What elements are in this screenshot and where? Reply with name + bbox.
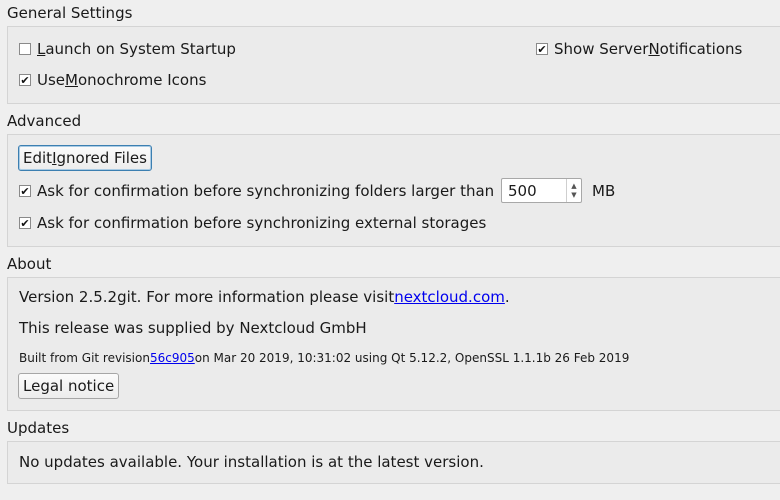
confirm-large-folders-checkbox[interactable]: ✔ Ask for confirmation before synchroniz…: [19, 182, 494, 200]
server-notif-label-post: otifications: [659, 40, 743, 58]
version-pre: Version 2.5.2git. For more information p…: [19, 288, 395, 306]
general-settings-title: General Settings: [7, 4, 133, 22]
edit-ignored-files-button[interactable]: Edit Ignored Files: [18, 145, 152, 171]
version-text: Version 2.5.2git. For more information p…: [19, 288, 510, 306]
update-status-text: No updates available. Your installation …: [19, 453, 484, 471]
edit-ignored-label-pre: Edit: [23, 149, 53, 167]
server-notif-mnemonic: N: [648, 40, 660, 58]
updates-title: Updates: [7, 419, 70, 437]
checkmark-icon: ✔: [20, 184, 30, 198]
general-settings-group: [7, 26, 780, 104]
version-post: .: [504, 288, 510, 306]
checkbox-box[interactable]: ✔: [536, 43, 548, 55]
build-info-text: Built from Git revision 56c905 on Mar 20…: [19, 351, 629, 365]
advanced-title: Advanced: [7, 112, 82, 130]
launch-on-startup-checkbox[interactable]: Launch on System Startup: [19, 40, 236, 58]
launch-mnemonic: L: [37, 40, 46, 58]
supplier-text: This release was supplied by Nextcloud G…: [19, 319, 367, 337]
folder-size-limit-spinbox[interactable]: 500 ▲ ▼: [501, 178, 582, 203]
checkbox-box[interactable]: [19, 43, 31, 55]
size-unit-label: MB: [592, 182, 616, 200]
confirm-external-storages-checkbox[interactable]: ✔ Ask for confirmation before synchroniz…: [19, 214, 486, 232]
launch-label-post: aunch on System Startup: [45, 40, 236, 58]
use-monochrome-icons-checkbox[interactable]: ✔ Use Monochrome Icons: [19, 71, 206, 89]
spin-arrows[interactable]: ▲ ▼: [566, 179, 581, 202]
legal-notice-button[interactable]: Legal notice: [18, 373, 120, 399]
build-pre: Built from Git revision: [19, 351, 150, 365]
mono-label-post: onochrome Icons: [77, 71, 207, 89]
edit-ignored-label-post: gnored Files: [56, 149, 147, 167]
checkbox-box[interactable]: ✔: [19, 217, 31, 229]
checkbox-box[interactable]: ✔: [19, 185, 31, 197]
mono-label-pre: Use: [37, 71, 66, 89]
folder-size-value[interactable]: 500: [502, 182, 566, 200]
about-title: About: [7, 255, 52, 273]
server-notif-label-pre: Show Server: [554, 40, 649, 58]
checkmark-icon: ✔: [20, 73, 30, 87]
checkmark-icon: ✔: [20, 216, 30, 230]
checkmark-icon: ✔: [537, 42, 547, 56]
mono-mnemonic: M: [65, 71, 78, 89]
spin-down-icon[interactable]: ▼: [571, 191, 576, 200]
spin-up-icon[interactable]: ▲: [571, 182, 576, 191]
confirm-large-label: Ask for confirmation before synchronizin…: [37, 182, 495, 200]
confirm-external-label: Ask for confirmation before synchronizin…: [37, 214, 487, 232]
git-revision-link[interactable]: 56c905: [150, 351, 195, 365]
nextcloud-website-link[interactable]: nextcloud.com: [394, 288, 505, 306]
show-server-notifications-checkbox[interactable]: ✔ Show Server Notifications: [536, 40, 742, 58]
checkbox-box[interactable]: ✔: [19, 74, 31, 86]
build-post: on Mar 20 2019, 10:31:02 using Qt 5.12.2…: [194, 351, 630, 365]
